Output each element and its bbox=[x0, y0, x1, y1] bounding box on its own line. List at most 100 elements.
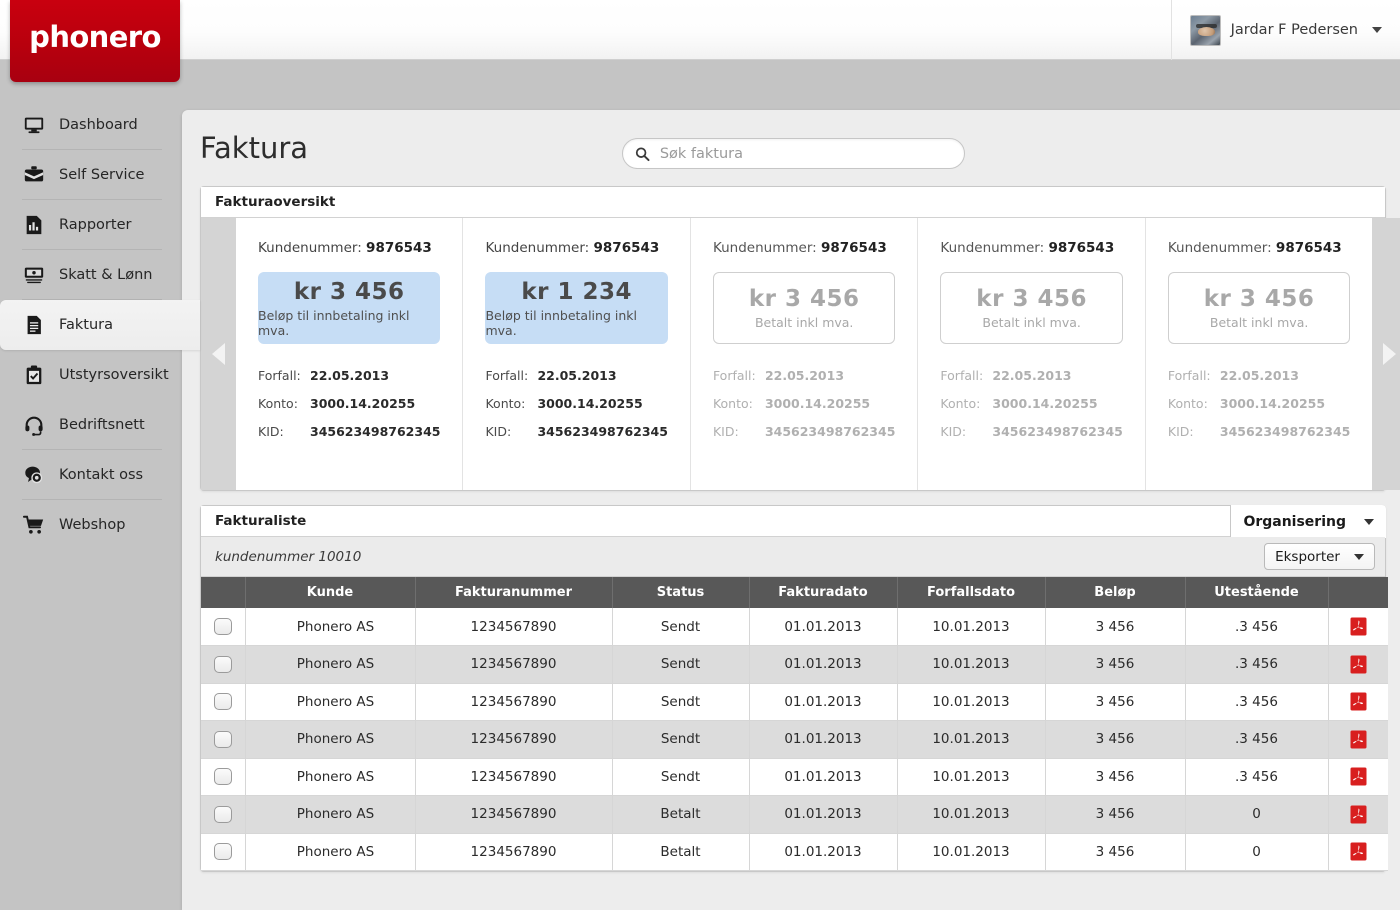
kundenummer-line: Kundenummer: 9876543 bbox=[1168, 240, 1350, 256]
row-checkbox[interactable] bbox=[213, 618, 232, 635]
cell-fakturadato: 01.01.2013 bbox=[749, 608, 898, 646]
kundenummer-line: Kundenummer: 9876543 bbox=[485, 240, 667, 256]
kid-value: 345623498762345 bbox=[764, 424, 896, 439]
invoice-card[interactable]: Kundenummer: 9876543 kr 1 234 Beløp til … bbox=[463, 218, 691, 490]
cell-pdf[interactable] bbox=[1328, 833, 1388, 871]
konto-value: 3000.14.20255 bbox=[764, 396, 871, 411]
table-row[interactable]: Phonero AS 1234567890 Sendt 01.01.2013 1… bbox=[201, 683, 1388, 721]
row-checkbox-cell[interactable] bbox=[201, 720, 246, 759]
invoice-card[interactable]: Kundenummer: 9876543 kr 3 456 Betalt ink… bbox=[918, 218, 1146, 490]
invoice-card[interactable]: Kundenummer: 9876543 kr 3 456 Betalt ink… bbox=[1146, 218, 1372, 490]
page-header: Faktura bbox=[182, 110, 1400, 186]
sidebar-item-skatt-lonn[interactable]: Skatt & Lønn bbox=[0, 250, 182, 300]
row-checkbox[interactable] bbox=[213, 843, 232, 861]
eksporter-label: Eksporter bbox=[1275, 548, 1340, 565]
column-header-kunde[interactable]: Kunde bbox=[245, 577, 416, 608]
cell-kunde: Phonero AS bbox=[245, 645, 416, 684]
row-checkbox-cell[interactable] bbox=[201, 758, 246, 796]
cell-pdf[interactable] bbox=[1328, 795, 1388, 834]
chevron-down-icon[interactable] bbox=[1372, 27, 1382, 33]
sidebar-item-dashboard[interactable]: Dashboard bbox=[0, 100, 182, 150]
invoice-card[interactable]: Kundenummer: 9876543 kr 3 456 Betalt ink… bbox=[691, 218, 919, 490]
sidebar-item-kontakt-oss[interactable]: Kontakt oss bbox=[0, 450, 182, 500]
cell-pdf[interactable] bbox=[1328, 608, 1388, 646]
pdf-icon[interactable] bbox=[1350, 842, 1367, 861]
carousel-prev-button[interactable] bbox=[201, 218, 236, 490]
table-row[interactable]: Phonero AS 1234567890 Sendt 01.01.2013 1… bbox=[201, 720, 1388, 759]
row-checkbox[interactable] bbox=[213, 805, 232, 823]
cell-pdf[interactable] bbox=[1328, 645, 1388, 684]
search-icon bbox=[635, 146, 650, 161]
row-checkbox[interactable] bbox=[213, 693, 232, 711]
cell-belop: 3 456 bbox=[1045, 720, 1186, 759]
konto-row: Konto: 3000.14.20255 bbox=[1168, 396, 1350, 411]
carousel-next-button[interactable] bbox=[1372, 218, 1400, 490]
sidebar-item-rapporter[interactable]: Rapporter bbox=[0, 200, 182, 250]
amount-label: Betalt inkl mva. bbox=[982, 315, 1081, 330]
user-menu[interactable]: Jardar F Pedersen bbox=[1170, 0, 1394, 60]
cell-pdf[interactable] bbox=[1328, 683, 1388, 721]
row-checkbox[interactable] bbox=[213, 655, 232, 673]
organisering-dropdown[interactable]: Organisering bbox=[1230, 505, 1386, 538]
cell-utestaende: .3 456 bbox=[1185, 758, 1329, 796]
kundenummer-value: 9876543 bbox=[593, 240, 660, 256]
sidebar-item-self-service[interactable]: Self Service bbox=[0, 150, 182, 200]
column-header-utestaende[interactable]: Utestående bbox=[1185, 577, 1329, 608]
search-input[interactable] bbox=[657, 144, 952, 163]
table-row[interactable]: Phonero AS 1234567890 Betalt 01.01.2013 … bbox=[201, 833, 1388, 871]
pdf-icon[interactable] bbox=[1350, 767, 1367, 786]
cell-status: Sendt bbox=[612, 758, 750, 796]
eksporter-dropdown[interactable]: Eksporter bbox=[1264, 543, 1375, 570]
konto-label: Konto: bbox=[1167, 396, 1208, 411]
row-checkbox-cell[interactable] bbox=[201, 683, 246, 721]
sidebar-item-bedriftsnett[interactable]: Bedriftsnett bbox=[0, 400, 182, 450]
sidebar-item-webshop[interactable]: Webshop bbox=[0, 500, 182, 550]
forfall-row: Forfall: 22.05.2013 bbox=[713, 368, 895, 383]
chevron-left-icon bbox=[212, 343, 225, 365]
kid-label: KID: bbox=[258, 424, 284, 439]
column-header-select[interactable] bbox=[201, 577, 246, 608]
row-checkbox-cell[interactable] bbox=[201, 833, 246, 871]
table-row[interactable]: Phonero AS 1234567890 Betalt 01.01.2013 … bbox=[201, 795, 1388, 834]
row-checkbox[interactable] bbox=[213, 730, 232, 748]
row-checkbox-cell[interactable] bbox=[201, 795, 246, 834]
column-header-fakturadato[interactable]: Fakturadato bbox=[749, 577, 898, 608]
fakturaliste-panel: Fakturaliste Organisering kundenummer 10… bbox=[200, 505, 1388, 872]
cell-fakturadato: 01.01.2013 bbox=[749, 683, 898, 721]
phonero-logo[interactable]: phonero bbox=[10, 0, 180, 82]
pdf-icon[interactable] bbox=[1350, 805, 1367, 824]
cell-pdf[interactable] bbox=[1328, 758, 1388, 796]
kid-row: KID: 345623498762345 bbox=[713, 424, 895, 439]
monitor-icon bbox=[24, 117, 44, 134]
pdf-icon[interactable] bbox=[1350, 692, 1367, 711]
search-box[interactable] bbox=[622, 138, 965, 169]
cell-belop: 3 456 bbox=[1045, 758, 1186, 796]
pdf-icon[interactable] bbox=[1350, 730, 1367, 749]
table-row[interactable]: Phonero AS 1234567890 Sendt 01.01.2013 1… bbox=[201, 645, 1388, 684]
pdf-icon[interactable] bbox=[1350, 655, 1367, 674]
banknote-icon bbox=[24, 267, 44, 284]
sidebar-item-faktura[interactable]: Faktura bbox=[0, 300, 200, 350]
forfall-value: 22.05.2013 bbox=[992, 368, 1072, 383]
table-row[interactable]: Phonero AS 1234567890 Sendt 01.01.2013 1… bbox=[201, 608, 1388, 646]
column-header-fakturanummer[interactable]: Fakturanummer bbox=[415, 577, 613, 608]
cell-pdf[interactable] bbox=[1328, 720, 1388, 759]
row-checkbox-cell[interactable] bbox=[201, 645, 246, 684]
row-checkbox-cell[interactable] bbox=[201, 608, 246, 646]
cell-fakturanummer: 1234567890 bbox=[415, 833, 613, 871]
column-header-status[interactable]: Status bbox=[612, 577, 750, 608]
kid-value: 345623498762345 bbox=[992, 424, 1123, 439]
cell-fakturadato: 01.01.2013 bbox=[749, 833, 898, 871]
cell-forfallsdato: 10.01.2013 bbox=[897, 758, 1046, 796]
column-header-forfallsdato[interactable]: Forfallsdato bbox=[897, 577, 1046, 608]
row-checkbox[interactable] bbox=[213, 768, 232, 786]
table-row[interactable]: Phonero AS 1234567890 Sendt 01.01.2013 1… bbox=[201, 758, 1388, 796]
amount-label: Betalt inkl mva. bbox=[754, 315, 854, 330]
konto-value: 3000.14.20255 bbox=[310, 396, 416, 411]
kundenummer-line: Kundenummer: 9876543 bbox=[940, 240, 1122, 256]
invoice-card[interactable]: Kundenummer: 9876543 kr 3 456 Beløp til … bbox=[236, 218, 464, 490]
pdf-icon[interactable] bbox=[1350, 617, 1367, 636]
sidebar-item-utstyrsoversikt[interactable]: Utstyrsoversikt bbox=[0, 350, 182, 400]
column-header-belop[interactable]: Beløp bbox=[1045, 577, 1186, 608]
amount-label: Betalt inkl mva. bbox=[1209, 315, 1309, 330]
